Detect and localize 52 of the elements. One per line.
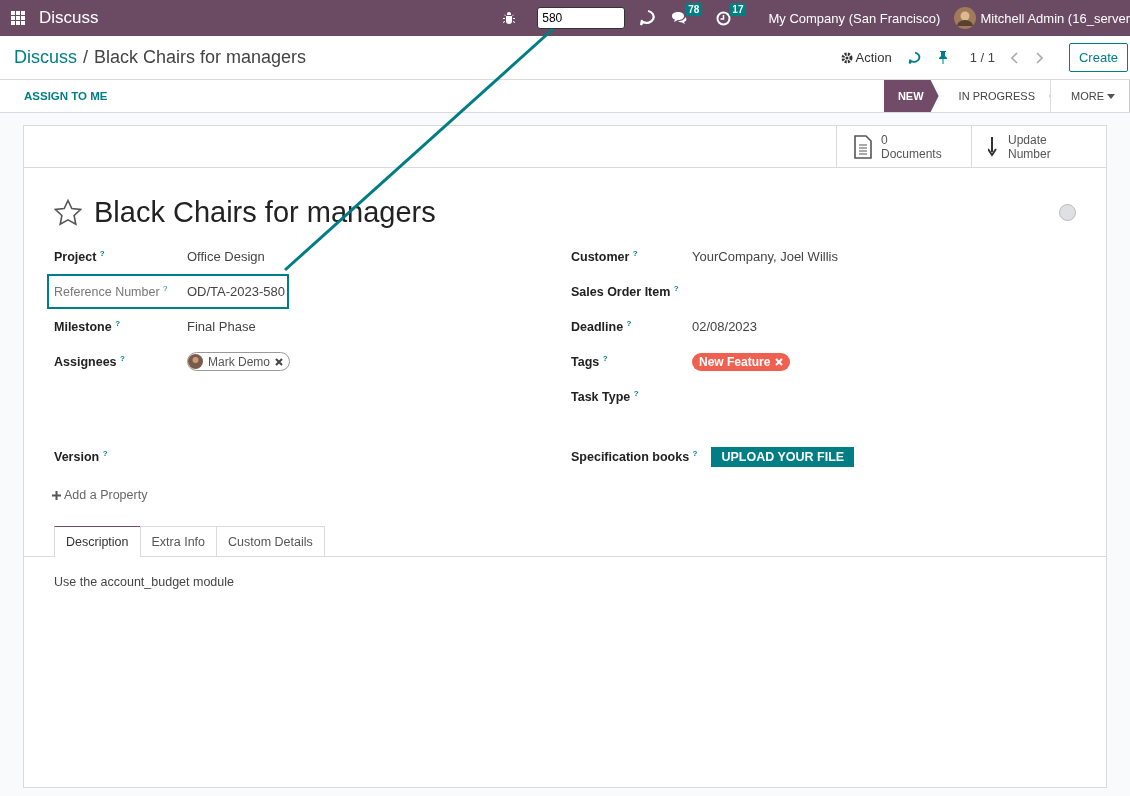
app-name[interactable]: Discuss <box>39 8 99 28</box>
field-label: Sales Order Item $^{?}$ <box>571 283 680 300</box>
activity-icon[interactable] <box>639 9 658 27</box>
upload-button[interactable]: UPLOAD YOUR FILE <box>711 446 855 467</box>
pager-value: 1 / 1 <box>969 50 995 65</box>
field-label: Project $^{?}$ <box>54 248 106 265</box>
notebook-tab[interactable]: Description <box>54 526 141 557</box>
field-label: Task Type $^{?}$ <box>571 388 640 405</box>
field-label: Reference Number $^{?}$ <box>54 283 169 300</box>
create-button[interactable]: Create <box>1068 43 1128 72</box>
description-text: Use the account_budget module <box>54 575 235 589</box>
star-icon[interactable] <box>54 199 82 226</box>
breadcrumb-current: Black Chairs for managers <box>94 47 307 68</box>
field-value[interactable]: 02/08/2023 <box>692 319 758 334</box>
assign-to-me-button[interactable]: ASSIGN TO ME <box>0 80 132 112</box>
pin-icon[interactable] <box>937 51 948 64</box>
user-menu[interactable]: Mitchell Admin (16_server <box>980 10 1130 26</box>
field-label: Specification books $^{?}$ <box>571 448 698 465</box>
field-label: Version $^{?}$ <box>54 448 109 465</box>
activity-icon[interactable] <box>907 50 922 65</box>
caret-icon <box>1107 93 1115 99</box>
notebook-tab[interactable]: Custom Details <box>216 526 325 556</box>
bug-icon[interactable] <box>503 11 516 25</box>
breadcrumb-link[interactable]: Discuss <box>14 47 77 68</box>
field-label: Tags $^{?}$ <box>571 353 609 370</box>
field-value[interactable]: OD/TA-2023-580 <box>187 284 286 299</box>
field-value[interactable]: Final Phase <box>187 319 256 334</box>
message-count-badge: 78 <box>685 3 703 16</box>
company-switcher[interactable]: My Company (San Francisco) <box>768 10 941 26</box>
action-button[interactable]: Action <box>840 50 892 65</box>
avatar-icon <box>188 354 203 369</box>
chat-icon[interactable] <box>671 11 688 25</box>
clock-icon[interactable] <box>716 10 732 26</box>
apps-menu-icon[interactable] <box>11 11 25 25</box>
stage-button[interactable]: NEW <box>883 80 939 112</box>
add-property-button[interactable]: Add a Property <box>52 488 148 502</box>
field-label: Deadline $^{?}$ <box>571 318 633 335</box>
document-icon <box>853 134 873 159</box>
field-value[interactable]: Office Design <box>187 249 265 264</box>
field-label: Assignees $^{?}$ <box>54 353 126 370</box>
remove-icon[interactable] <box>275 357 283 366</box>
plus-icon <box>52 490 61 500</box>
breadcrumb-separator: / <box>83 47 89 68</box>
gear-icon <box>840 51 853 64</box>
field-value[interactable]: YourCompany, Joel Willis <box>692 249 838 264</box>
down-arrow-icon <box>988 136 1000 157</box>
more-stages-button[interactable]: MORE <box>1050 80 1130 112</box>
search-field[interactable]: 580 <box>537 7 626 29</box>
user-avatar[interactable] <box>954 7 977 29</box>
activity-count-badge: 17 <box>729 2 747 16</box>
field-label: Milestone $^{?}$ <box>54 318 121 335</box>
field-label: Customer $^{?}$ <box>571 248 639 265</box>
